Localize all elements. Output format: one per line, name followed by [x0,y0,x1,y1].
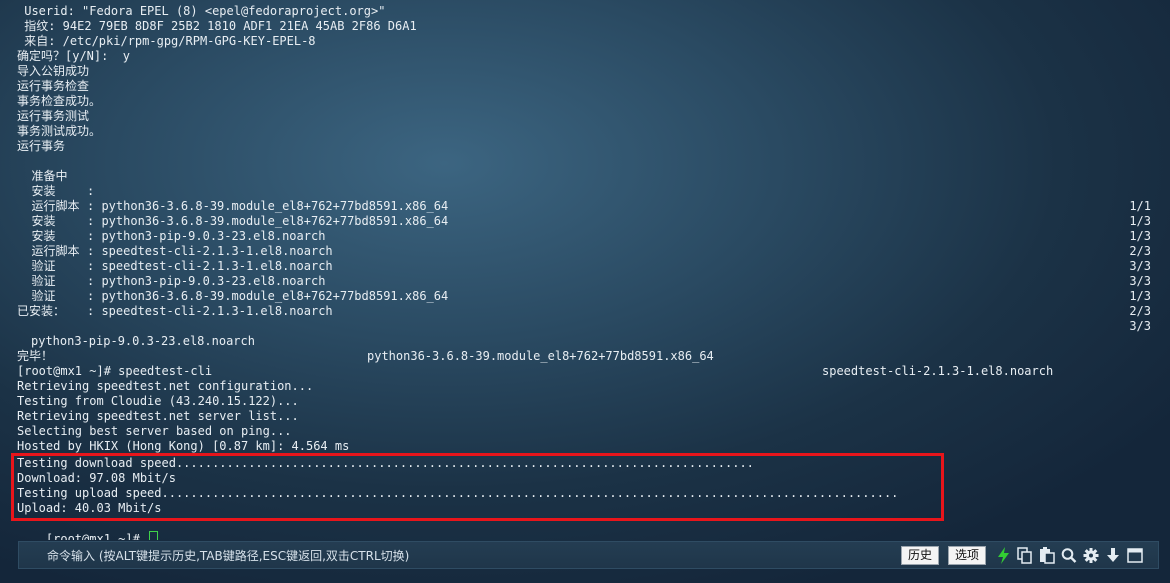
history-button[interactable]: 历史 [901,546,940,565]
installed-package: speedtest-cli-2.1.3-1.el8.noarch [822,364,1054,378]
terminal-line: Retrieving speedtest.net server list... [17,409,299,423]
transaction-row: 安装 : python3-pip-9.0.3-23.el8.noarch 2/3 [0,199,1170,258]
transaction-progress: 2/3 [1129,304,1151,318]
command-input[interactable]: 命令输入 (按ALT键提示历史,TAB键路径,ESC键返回,双击CTRL切换) [47,547,409,564]
transaction-package: : speedtest-cli-2.1.3-1.el8.noarch [87,304,333,318]
transaction-progress: 1/3 [1129,289,1151,303]
terminal-cursor [149,531,159,540]
options-button[interactable]: 选项 [948,546,987,565]
terminal-line: 确定吗？[y/N]: y [17,49,131,63]
terminal-line: 运行事务测试 [17,109,90,123]
transaction-row: 验证 : python3-pip-9.0.3-23.el8.noarch 1/3 [0,244,1170,303]
terminal-line: 运行事务 [17,139,66,153]
command-bar: 命令输入 (按ALT键提示历史,TAB键路径,ESC键返回,双击CTRL切换) … [18,541,1159,569]
transaction-row: 安装 : speedtest-cli-2.1.3-1.el8.noarch 3/… [0,214,1170,273]
done-label: 完毕！ [17,349,54,363]
transaction-action: 验证 [17,289,85,303]
transaction-row: 运行脚本 : python36-3.6.8-39.module_el8+762+… [0,184,1170,243]
transaction-row: 运行脚本 : speedtest-cli-2.1.3-1.el8.noarch … [0,229,1170,288]
transaction-row: 准备中 : 1/1 [0,154,1170,213]
download-icon[interactable] [1105,547,1121,564]
terminal-line: 导入公钥成功 [17,64,90,78]
transaction-row: 验证 : python36-3.6.8-39.module_el8+762+77… [0,259,1170,318]
terminal-line: 指纹: 94E2 79EB 8D8F 25B2 1810 ADF1 21EA 4… [17,19,417,33]
terminal-line: 来自: /etc/pki/rpm-gpg/RPM-GPG-KEY-EPEL-8 [17,34,316,48]
highlight-box [11,453,944,521]
copy-icon[interactable] [1017,547,1033,564]
terminal-line: Hosted by HKIX (Hong Kong) [0.87 km]: 4.… [17,439,350,453]
terminal-line: [root@mx1 ~]# speedtest-cli [17,364,213,378]
transaction-row: 验证 : speedtest-cli-2.1.3-1.el8.noarch 3/… [0,274,1170,333]
transaction-package: : python36-3.6.8-39.module_el8+762+77bd8… [87,289,449,303]
gear-icon[interactable] [1083,547,1099,564]
terminal-line: 事务检查成功。 [17,94,102,108]
terminal-output[interactable]: Userid: "Fedora EPEL (8) <epel@fedorapro… [0,0,1170,540]
paste-icon[interactable] [1039,547,1055,564]
installed-packages-row: python3-pip-9.0.3-23.el8.noarch python36… [0,319,1170,378]
terminal-line: 事务测试成功。 [17,124,102,138]
terminal-line: Selecting best server based on ping... [17,424,292,438]
window-icon[interactable] [1127,547,1143,564]
terminal-line: Testing from Cloudie (43.240.15.122)... [17,394,299,408]
terminal-line: Retrieving speedtest.net configuration..… [17,379,314,393]
installed-label: 已安装： [17,304,66,318]
search-icon[interactable] [1061,547,1077,564]
installed-package: python3-pip-9.0.3-23.el8.noarch [31,334,255,348]
transaction-row: 安装 : python36-3.6.8-39.module_el8+762+77… [0,169,1170,228]
lightning-icon[interactable] [997,547,1013,564]
shell-prompt: [root@mx1 ~]# [45,532,148,540]
terminal-line: Userid: "Fedora EPEL (8) <epel@fedorapro… [17,4,386,18]
installed-package: python36-3.6.8-39.module_el8+762+77bd859… [367,349,714,363]
terminal-line: 运行事务检查 [17,79,90,93]
